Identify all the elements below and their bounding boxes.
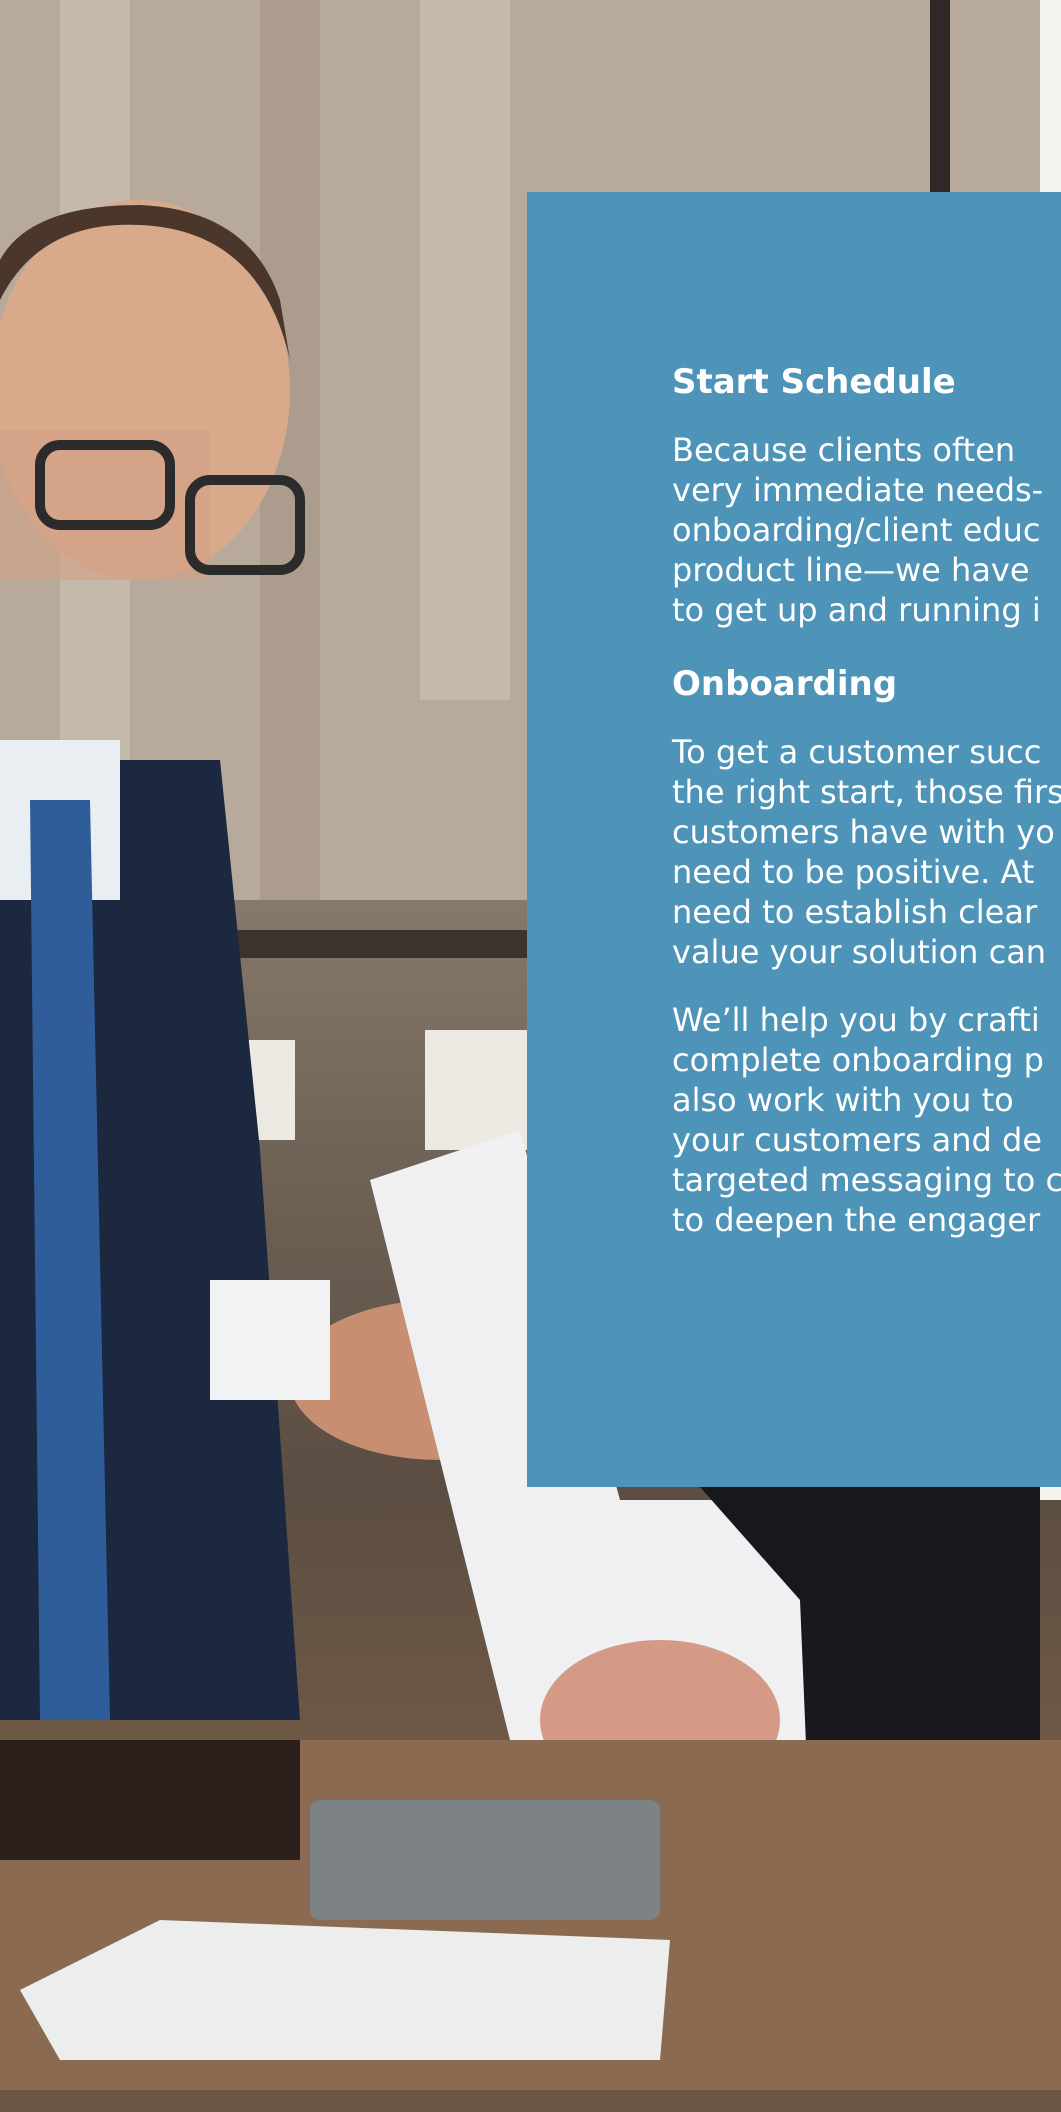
text-line: very immediate needs- [672,471,1044,509]
shelf [200,930,527,958]
text-line: onboarding/client educ [672,511,1041,549]
text-line: also work with you to [672,1081,1014,1119]
text-line: To get a customer succ [672,733,1042,771]
text-line: need to be positive. At [672,853,1035,891]
text-line: need to establish clear [672,893,1038,931]
text-line: We’ll help you by crafti [672,1001,1040,1039]
text-line: customers have with yo [672,813,1055,851]
text-line: the right start, those firs [672,773,1061,811]
section-heading-onboarding: Onboarding [672,664,898,704]
paragraph-onboarding-1: To get a customer succ the right start, … [672,732,1061,972]
section-heading-start-schedule: Start Schedule [672,362,956,402]
text-line: targeted messaging to c [672,1161,1061,1199]
text-line: complete onboarding p [672,1041,1044,1079]
text-line: value your solution can [672,933,1047,971]
text-line: product line—we have [672,551,1030,589]
text-line: to deepen the engager [672,1201,1041,1239]
paragraph-start-schedule: Because clients often very immediate nee… [672,430,1061,630]
paragraph-onboarding-2: We’ll help you by crafti complete onboar… [672,1000,1061,1240]
content-panel: Start Schedule Because clients often ver… [527,192,1061,1487]
text-line: Because clients often [672,431,1016,469]
notebook [310,1800,660,1920]
text-line: to get up and running i [672,591,1041,629]
text-line: your customers and de [672,1121,1043,1159]
panel-content: Start Schedule Because clients often ver… [672,362,1061,1268]
